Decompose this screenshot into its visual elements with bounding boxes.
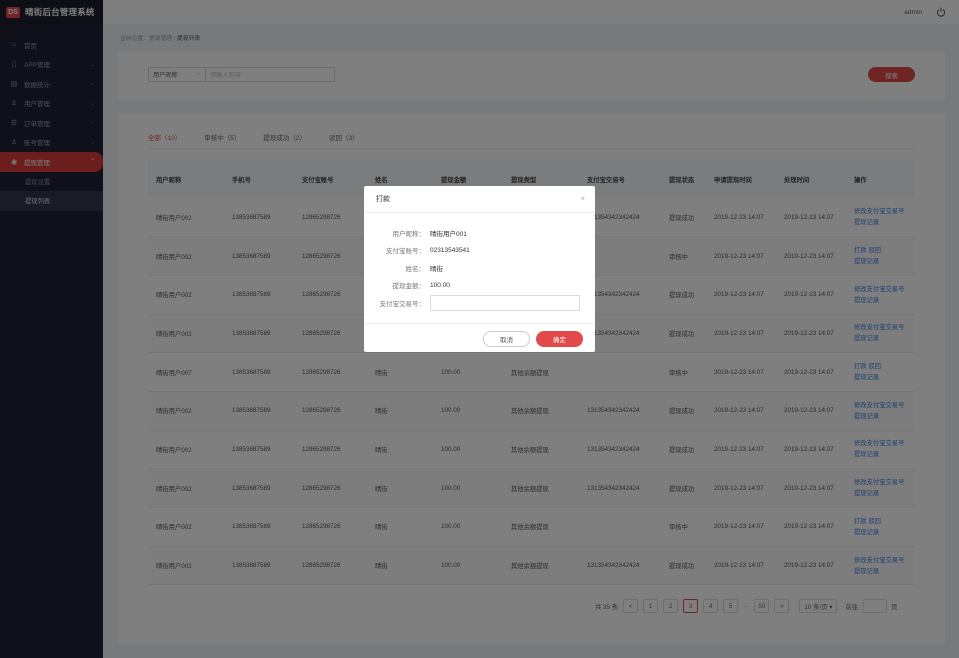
modal-footer: 取消 确定 xyxy=(364,323,595,352)
field-label: 姓名： xyxy=(405,266,426,273)
modal-row: 姓名： 晴街 xyxy=(364,262,595,274)
field-value: 02313543541 xyxy=(430,246,470,254)
field-value: 100.00 xyxy=(430,281,450,289)
field-value: 晴街用户001 xyxy=(430,231,467,238)
modal-row: 支付宝账号： 02313543541 xyxy=(364,244,595,256)
modal-header: 打款 × xyxy=(364,186,595,213)
modal-row: 用户昵称： 晴街用户001 xyxy=(364,227,595,239)
field-value: 晴街 xyxy=(430,266,443,273)
trade-no-input[interactable] xyxy=(430,295,580,311)
field-label: 用户昵称： xyxy=(392,231,426,238)
field-label: 支付宝账号： xyxy=(386,248,425,255)
cancel-button[interactable]: 取消 xyxy=(483,331,530,347)
modal-title: 打款 xyxy=(376,196,390,203)
field-label: 提现金额： xyxy=(392,283,426,290)
payment-modal: 打款 × 用户昵称： 晴街用户001 支付宝账号： 02313543541 姓名： 晴街提… xyxy=(364,186,595,352)
confirm-button[interactable]: 确定 xyxy=(536,331,583,347)
modal-row-trade-no: 支付宝交易号： xyxy=(364,295,595,311)
trade-no-label: 支付宝交易号： xyxy=(379,301,426,308)
close-icon[interactable]: × xyxy=(580,194,585,203)
modal-row: 提现金额： 100.00 xyxy=(364,279,595,291)
